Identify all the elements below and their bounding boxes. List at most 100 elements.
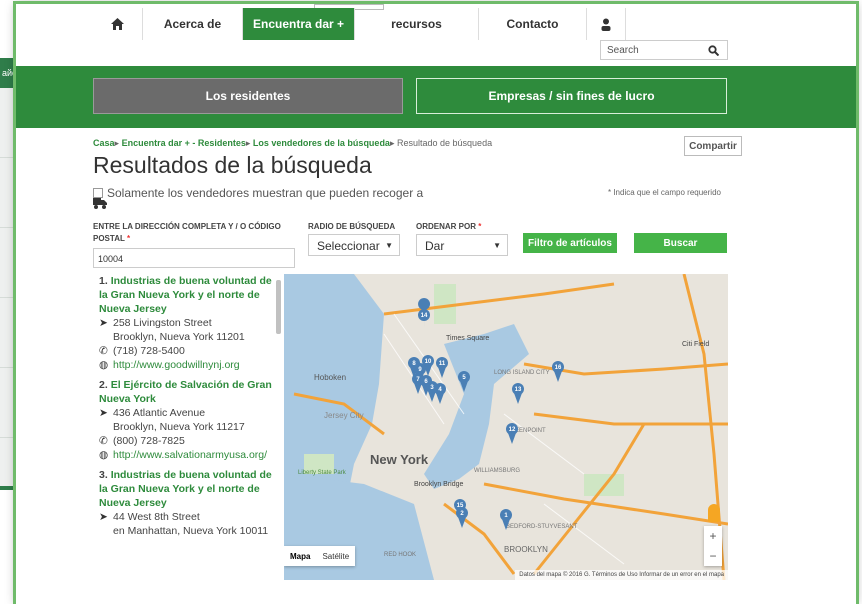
satellite-button[interactable]: Satélite (316, 546, 356, 566)
pegman-icon[interactable] (708, 504, 720, 522)
sort-select[interactable]: Dar ▼ (416, 234, 508, 256)
result-street: 44 West 8th Street (113, 511, 200, 523)
dropdown-arrow-icon: ▼ (385, 241, 393, 250)
result-url[interactable]: http://www.salvationarmyusa.org/ (113, 448, 267, 462)
svg-text:14: 14 (421, 313, 428, 319)
address-label: ENTRE LA DIRECCIÓN COMPLETA Y / O CÓDIGO… (93, 222, 281, 243)
map-marker: 11 (436, 357, 448, 378)
browser-page: Acerca de Encuentra dar + recursos Conta… (16, 4, 856, 604)
breadcrumb-home[interactable]: Casa (93, 138, 115, 148)
nav-find-give[interactable]: Encuentra dar + (242, 8, 354, 40)
map-attribution[interactable]: Datos del mapa © 2016 G. Términos de Uso… (515, 570, 728, 580)
address-input[interactable]: 10004 (93, 248, 295, 268)
phone-icon: ✆ (99, 435, 108, 447)
radius-label: RADIO DE BÚSQUEDA (308, 222, 396, 231)
globe-icon: ◍ (99, 449, 109, 461)
result-url[interactable]: http://www.goodwillnynj.org (113, 358, 240, 372)
results-scrollbar[interactable] (276, 280, 281, 334)
nav-contact[interactable]: Contacto (478, 8, 586, 40)
radius-select[interactable]: Seleccionar ▼ (308, 234, 400, 256)
list-item[interactable]: 1. Industrias de buena voluntad de la Gr… (93, 274, 283, 372)
result-city: en Manhattan, Nueva York 10011 (113, 525, 269, 537)
nav-home[interactable] (92, 8, 142, 40)
result-phone: (718) 728-5400 (113, 345, 185, 357)
page-title: Resultados de la búsqueda (93, 152, 372, 178)
map-label-brooklyn-bridge: Brooklyn Bridge (414, 481, 464, 488)
map-canvas[interactable]: New York Hoboken Times Square Brooklyn B… (284, 274, 728, 580)
result-name[interactable]: El Ejército de Salvación de Gran Nueva Y… (99, 379, 272, 405)
result-city: Brooklyn, Nueva York 11201 (113, 331, 245, 343)
pickup-checkbox-label: Solamente los vendedores muestran que pu… (107, 186, 424, 200)
map-label-liberty-park: Liberty State Park (298, 470, 347, 476)
search-placeholder: Search (607, 45, 639, 56)
map-label-hoboken: Hoboken (314, 373, 346, 382)
site-search-input[interactable]: Search (600, 40, 728, 60)
result-street: 436 Atlantic Avenue (113, 407, 206, 419)
user-icon (601, 18, 611, 31)
map-type-control: Mapa Satélite (284, 546, 356, 566)
location-arrow-icon: ➤ (99, 511, 108, 523)
zoom-out-button[interactable]: − (704, 546, 722, 566)
required-mark: * (126, 234, 131, 243)
phone-icon: ✆ (99, 345, 108, 357)
result-name[interactable]: Industrias de buena voluntad de la Gran … (99, 469, 272, 509)
breadcrumb-vendors[interactable]: Los vendedores de la búsqueda (253, 138, 390, 148)
tab-business[interactable]: Empresas / sin fines de lucro (416, 78, 727, 114)
results-map[interactable]: New York Hoboken Times Square Brooklyn B… (284, 274, 728, 580)
search-button[interactable]: Buscar (634, 233, 727, 253)
svg-text:12: 12 (509, 427, 516, 433)
map-label-jersey-city: Jersey City (324, 411, 364, 420)
nav-resources[interactable]: recursos (354, 8, 478, 40)
result-name[interactable]: Industrias de buena voluntad de la Gran … (99, 275, 272, 315)
map-label-brooklyn: BROOKLYN (504, 545, 548, 554)
svg-text:16: 16 (555, 365, 562, 371)
filter-items-button[interactable]: Filtro de artículos (523, 233, 617, 253)
list-item[interactable]: 3. Industrias de buena voluntad de la Gr… (93, 468, 283, 538)
result-city: Brooklyn, Nueva York 11217 (113, 421, 245, 433)
east-river (424, 324, 529, 489)
sort-select-value: Dar (425, 239, 445, 253)
map-label-red-hook: RED HOOK (384, 552, 416, 558)
required-note: * Indica que el campo requerido (608, 188, 721, 197)
dropdown-arrow-icon: ▼ (493, 241, 501, 250)
breadcrumb: Casa▸ Encuentra dar + - Residentes▸ Los … (93, 138, 492, 149)
list-item[interactable]: 2. El Ejército de Salvación de Gran Nuev… (93, 378, 283, 462)
breadcrumb-find[interactable]: Encuentra dar + - Residentes (122, 138, 246, 148)
svg-text:10: 10 (425, 359, 432, 365)
map-label-williamsburg: WILLIAMSBURG (474, 468, 520, 474)
sort-label: ORDENAR POR * (416, 222, 482, 231)
pickup-checkbox[interactable] (93, 188, 103, 198)
breadcrumb-separator: ▸ (245, 138, 251, 148)
result-street: 258 Livingston Street (113, 317, 212, 329)
truck-icon (93, 198, 107, 209)
radius-select-value: Seleccionar (317, 239, 380, 253)
tab-residents[interactable]: Los residentes (93, 78, 403, 114)
map-label-citi-field: Citi Field (682, 341, 709, 348)
map-marker: 13 (512, 383, 524, 404)
breadcrumb-separator: ▸ (389, 138, 395, 148)
breadcrumb-current: Resultado de búsqueda (397, 138, 493, 148)
result-phone: (800) 728-7825 (113, 435, 185, 447)
results-list[interactable]: 1. Industrias de buena voluntad de la Gr… (93, 274, 283, 580)
home-icon (110, 18, 124, 30)
breadcrumb-separator: ▸ (114, 138, 120, 148)
zoom-in-button[interactable]: + (704, 526, 722, 546)
svg-text:11: 11 (439, 361, 446, 367)
map-label-times-square: Times Square (446, 335, 489, 342)
main-nav: Acerca de Encuentra dar + recursos Conta… (92, 8, 626, 40)
nav-account[interactable] (586, 8, 626, 40)
map-marker: 2 (456, 507, 468, 528)
map-marker: 14 (418, 298, 431, 328)
nav-about[interactable]: Acerca de (142, 8, 242, 40)
globe-icon: ◍ (99, 359, 109, 371)
map-label-new-york: New York (370, 452, 429, 467)
map-button[interactable]: Mapa (284, 546, 317, 566)
map-label-lic: LONG ISLAND CITY (494, 370, 550, 376)
location-arrow-icon: ➤ (99, 317, 108, 329)
svg-text:13: 13 (515, 387, 522, 393)
zoom-control: + − (704, 526, 722, 566)
share-button[interactable]: Compartir (684, 136, 742, 156)
location-arrow-icon: ➤ (99, 407, 108, 419)
search-icon[interactable] (708, 45, 719, 56)
pickup-filter: Solamente los vendedores muestran que pu… (93, 186, 423, 200)
